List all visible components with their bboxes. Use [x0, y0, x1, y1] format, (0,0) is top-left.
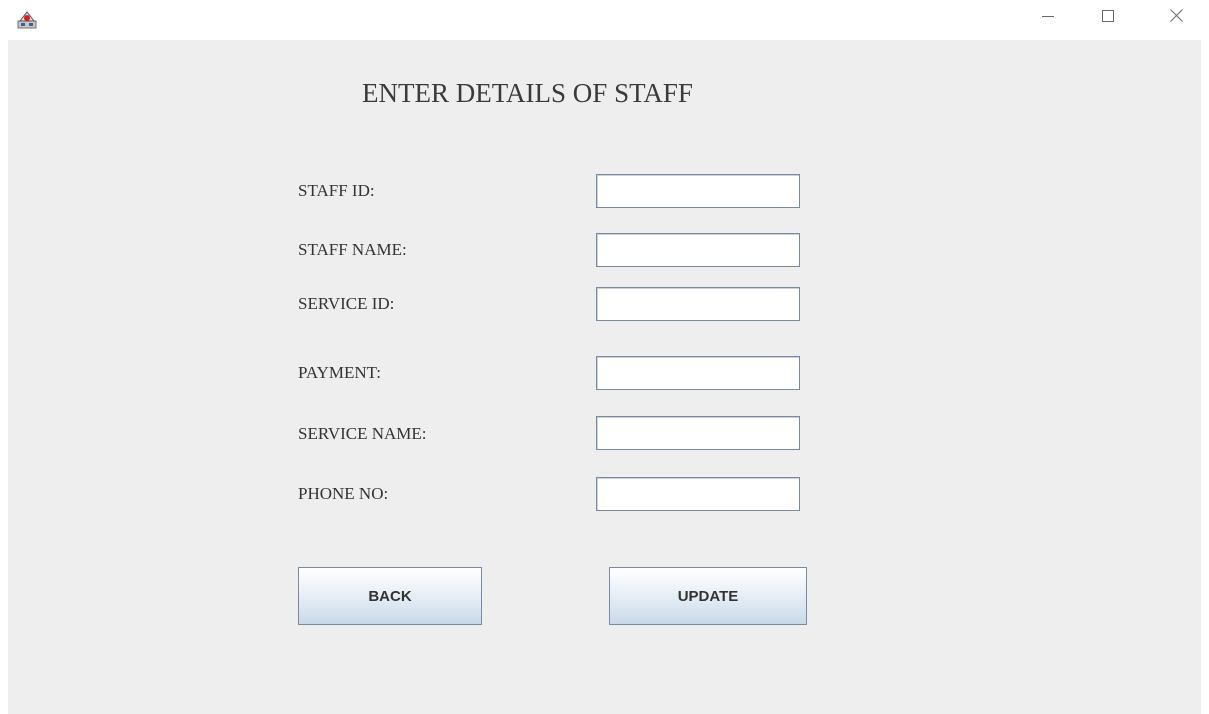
service-name-label: SERVICE NAME: — [298, 424, 427, 443]
maximize-button[interactable] — [1085, 0, 1131, 36]
minimize-icon — [1042, 9, 1054, 27]
page-title: ENTER DETAILS OF STAFF — [362, 78, 693, 108]
staff-name-input[interactable] — [596, 233, 800, 267]
payment-input[interactable] — [596, 356, 800, 390]
java-app-icon — [17, 10, 37, 29]
app-window: ENTER DETAILS OF STAFF STAFF ID: STAFF N… — [0, 0, 1209, 714]
title-bar[interactable] — [0, 0, 1209, 40]
staff-id-input[interactable] — [596, 174, 800, 208]
service-id-input[interactable] — [596, 287, 800, 321]
close-button[interactable] — [1153, 0, 1199, 36]
minimize-button[interactable] — [1025, 0, 1071, 36]
maximize-icon — [1102, 9, 1114, 27]
payment-label: PAYMENT: — [298, 363, 381, 382]
service-id-label: SERVICE ID: — [298, 294, 395, 313]
close-icon — [1169, 9, 1183, 27]
phone-no-label: PHONE NO: — [298, 484, 389, 503]
phone-no-input[interactable] — [596, 477, 800, 511]
staff-name-label: STAFF NAME: — [298, 240, 407, 259]
update-button[interactable]: UPDATE — [609, 567, 807, 625]
service-name-input[interactable] — [596, 416, 800, 450]
staff-id-label: STAFF ID: — [298, 181, 375, 200]
back-button[interactable]: BACK — [298, 567, 482, 625]
